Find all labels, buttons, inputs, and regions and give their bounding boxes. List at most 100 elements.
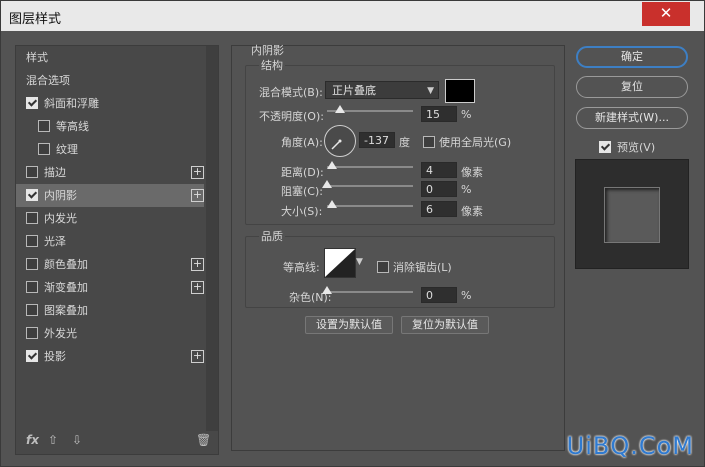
size-slider[interactable] xyxy=(327,200,413,208)
style-item-checkbox[interactable] xyxy=(26,97,38,109)
size-label: 大小(S): xyxy=(281,205,323,218)
style-item[interactable]: 样式 xyxy=(16,46,204,69)
opacity-input[interactable]: 15 xyxy=(421,106,457,122)
style-item-checkbox[interactable] xyxy=(26,281,38,293)
style-item-label: 光泽 xyxy=(44,235,66,248)
blend-mode-select[interactable]: 正片叠底 ▼ xyxy=(325,81,439,99)
size-unit: 像素 xyxy=(461,205,483,218)
angle-needle-icon xyxy=(331,139,342,150)
reset-default-button[interactable]: 复位为默认值 xyxy=(401,316,489,334)
choke-input[interactable]: 0 xyxy=(421,181,457,197)
style-item-label: 投影 xyxy=(44,350,66,363)
distance-slider[interactable] xyxy=(327,161,413,169)
opacity-slider-thumb[interactable] xyxy=(334,105,345,113)
add-effect-icon[interactable]: + xyxy=(191,258,204,271)
angle-input[interactable]: -137 xyxy=(359,132,395,148)
new-style-button[interactable]: 新建样式(W)... xyxy=(576,107,688,129)
distance-label: 距离(D): xyxy=(281,166,324,179)
style-item-label: 样式 xyxy=(26,51,48,64)
fx-icon[interactable]: fx xyxy=(26,433,39,447)
distance-slider-thumb[interactable] xyxy=(327,161,337,169)
structure-title: 结构 xyxy=(259,57,285,73)
choke-slider-thumb[interactable] xyxy=(322,180,332,188)
add-effect-icon[interactable]: + xyxy=(191,189,204,202)
shadow-color-swatch[interactable] xyxy=(445,79,475,103)
contour-dropdown-icon[interactable]: ▼ xyxy=(356,257,363,267)
preview-checkbox[interactable] xyxy=(599,141,611,153)
style-item[interactable]: 混合选项 xyxy=(16,69,204,92)
style-item[interactable]: 等高线 xyxy=(16,115,204,138)
style-item[interactable]: 颜色叠加 + xyxy=(16,253,204,276)
style-item[interactable]: 投影 + xyxy=(16,345,204,368)
dialog-title: 图层样式 xyxy=(9,12,62,27)
set-default-button[interactable]: 设置为默认值 xyxy=(305,316,393,334)
contour-picker[interactable] xyxy=(324,248,356,278)
add-effect-icon[interactable]: + xyxy=(191,166,204,179)
style-item[interactable]: 图案叠加 xyxy=(16,299,204,322)
antialias-checkbox[interactable] xyxy=(377,261,389,273)
angle-dial[interactable] xyxy=(324,125,356,157)
watermark: UiBQ.CoM xyxy=(566,432,694,460)
choke-slider[interactable] xyxy=(322,180,413,188)
style-item-checkbox[interactable] xyxy=(26,304,38,316)
layer-style-dialog: 图层样式 ✕ 样式混合选项斜面和浮雕等高线纹理描边 + 内阴影 + 内发光光泽颜色叠加 +… xyxy=(0,0,705,467)
style-item-checkbox[interactable] xyxy=(26,258,38,270)
style-item[interactable]: 渐变叠加 + xyxy=(16,276,204,299)
title-bar: 图层样式 ✕ xyxy=(1,1,704,31)
global-light-label: 使用全局光(G) xyxy=(439,136,512,149)
style-item-checkbox[interactable] xyxy=(38,120,50,132)
chevron-down-icon: ▼ xyxy=(427,86,434,96)
opacity-label: 不透明度(O): xyxy=(259,110,324,123)
section-title: 内阴影 xyxy=(251,44,284,57)
style-list: 样式混合选项斜面和浮雕等高线纹理描边 + 内阴影 + 内发光光泽颜色叠加 + 渐变叠加 + 图案… xyxy=(16,46,204,368)
style-item-label: 内阴影 xyxy=(44,189,77,202)
style-item-label: 斜面和浮雕 xyxy=(44,97,99,110)
style-item-label: 等高线 xyxy=(56,120,89,133)
reset-button[interactable]: 复位 xyxy=(576,76,688,98)
style-list-panel: 样式混合选项斜面和浮雕等高线纹理描边 + 内阴影 + 内发光光泽颜色叠加 + 渐变叠加 + 图案… xyxy=(15,45,219,455)
contour-curve-icon xyxy=(325,249,355,277)
ok-button[interactable]: 确定 xyxy=(576,46,688,68)
style-item-checkbox[interactable] xyxy=(26,327,38,339)
noise-slider-thumb[interactable] xyxy=(322,286,332,294)
style-preview xyxy=(575,159,689,269)
size-slider-thumb[interactable] xyxy=(327,200,337,208)
style-item[interactable]: 外发光 xyxy=(16,322,204,345)
style-item-label: 纹理 xyxy=(56,143,78,156)
style-item-label: 外发光 xyxy=(44,327,77,340)
style-item[interactable]: 光泽 xyxy=(16,230,204,253)
style-item[interactable]: 纹理 xyxy=(16,138,204,161)
style-list-toolbar: fx ⇧ ⇩ 🗑 xyxy=(16,428,218,454)
angle-label: 角度(A): xyxy=(281,136,323,149)
style-item-checkbox[interactable] xyxy=(26,212,38,224)
size-input[interactable]: 6 xyxy=(421,201,457,217)
choke-unit: % xyxy=(461,183,472,196)
style-item[interactable]: 斜面和浮雕 xyxy=(16,92,204,115)
style-item-checkbox[interactable] xyxy=(38,143,50,155)
style-item-checkbox[interactable] xyxy=(26,235,38,247)
style-item-checkbox[interactable] xyxy=(26,350,38,362)
style-item-checkbox[interactable] xyxy=(26,166,38,178)
distance-unit: 像素 xyxy=(461,166,483,179)
noise-input[interactable]: 0 xyxy=(421,287,457,303)
trash-icon[interactable]: 🗑 xyxy=(196,433,211,447)
move-down-icon[interactable]: ⇩ xyxy=(72,433,82,447)
style-item[interactable]: 内发光 xyxy=(16,207,204,230)
style-item-checkbox[interactable] xyxy=(26,189,38,201)
distance-input[interactable]: 4 xyxy=(421,162,457,178)
move-up-icon[interactable]: ⇧ xyxy=(48,433,58,447)
style-item-label: 混合选项 xyxy=(26,74,70,87)
style-item-label: 内发光 xyxy=(44,212,77,225)
style-list-scrollbar[interactable] xyxy=(206,46,218,431)
preview-swatch xyxy=(604,187,660,243)
style-item[interactable]: 描边 + xyxy=(16,161,204,184)
noise-slider[interactable] xyxy=(322,286,413,294)
style-item[interactable]: 内阴影 + xyxy=(16,184,204,207)
close-icon[interactable]: ✕ xyxy=(642,2,690,26)
opacity-slider[interactable] xyxy=(327,105,413,113)
global-light-checkbox[interactable] xyxy=(423,136,435,148)
add-effect-icon[interactable]: + xyxy=(191,281,204,294)
noise-unit: % xyxy=(461,289,472,302)
add-effect-icon[interactable]: + xyxy=(191,350,204,363)
style-item-label: 图案叠加 xyxy=(44,304,88,317)
